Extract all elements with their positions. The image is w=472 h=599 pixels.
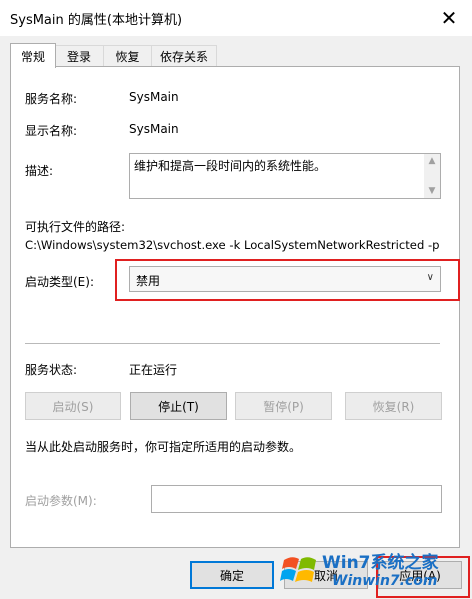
cancel-button[interactable]: 取消 bbox=[284, 561, 368, 589]
ok-button[interactable]: 确定 bbox=[190, 561, 274, 589]
tab-recovery[interactable]: 恢复 bbox=[103, 45, 152, 67]
service-status-value: 正在运行 bbox=[129, 363, 178, 377]
exe-path-value: C:\Windows\system32\svchost.exe -k Local… bbox=[25, 238, 440, 252]
display-name-label: 显示名称: bbox=[25, 124, 78, 138]
service-status-label: 服务状态: bbox=[25, 363, 78, 377]
scroll-up-icon[interactable]: ▲ bbox=[424, 154, 440, 168]
chevron-down-icon: ∨ bbox=[426, 272, 434, 283]
tab-dependencies[interactable]: 依存关系 bbox=[151, 45, 217, 67]
display-name-value: SysMain bbox=[129, 122, 179, 136]
start-params-label: 启动参数(M): bbox=[25, 494, 97, 508]
tab-general[interactable]: 常规 bbox=[10, 43, 56, 68]
divider bbox=[25, 343, 440, 344]
startup-type-label: 启动类型(E): bbox=[25, 275, 94, 289]
title-bar: SysMain 的属性(本地计算机) ✕ bbox=[0, 0, 472, 36]
window-title: SysMain 的属性(本地计算机) bbox=[10, 13, 183, 28]
stop-button[interactable]: 停止(T) bbox=[130, 392, 227, 420]
description-label: 描述: bbox=[25, 164, 54, 178]
scroll-down-icon[interactable]: ▼ bbox=[424, 184, 440, 198]
close-icon: ✕ bbox=[440, 6, 458, 30]
start-params-input[interactable] bbox=[151, 485, 442, 513]
resume-button[interactable]: 恢复(R) bbox=[345, 392, 442, 420]
exe-path-label: 可执行文件的路径: bbox=[25, 220, 126, 234]
tab-logon[interactable]: 登录 bbox=[54, 45, 104, 67]
service-name-value: SysMain bbox=[129, 90, 179, 104]
pause-button[interactable]: 暂停(P) bbox=[235, 392, 332, 420]
general-tab-panel: 服务名称: SysMain 显示名称: SysMain 描述: 维护和提高一段时… bbox=[10, 66, 460, 548]
description-box[interactable]: 维护和提高一段时间内的系统性能。 ▲ ▼ bbox=[129, 153, 441, 199]
close-button[interactable]: ✕ bbox=[426, 0, 472, 36]
description-text: 维护和提高一段时间内的系统性能。 bbox=[134, 159, 327, 173]
apply-button[interactable]: 应用(A) bbox=[378, 561, 462, 589]
start-button[interactable]: 启动(S) bbox=[25, 392, 121, 420]
startup-type-select[interactable]: 禁用 ∨ bbox=[129, 266, 441, 292]
startup-type-value: 禁用 bbox=[136, 274, 161, 288]
start-params-hint: 当从此处启动服务时，你可指定所适用的启动参数。 bbox=[25, 440, 302, 454]
description-scrollbar[interactable]: ▲ ▼ bbox=[424, 154, 440, 198]
service-name-label: 服务名称: bbox=[25, 92, 78, 106]
